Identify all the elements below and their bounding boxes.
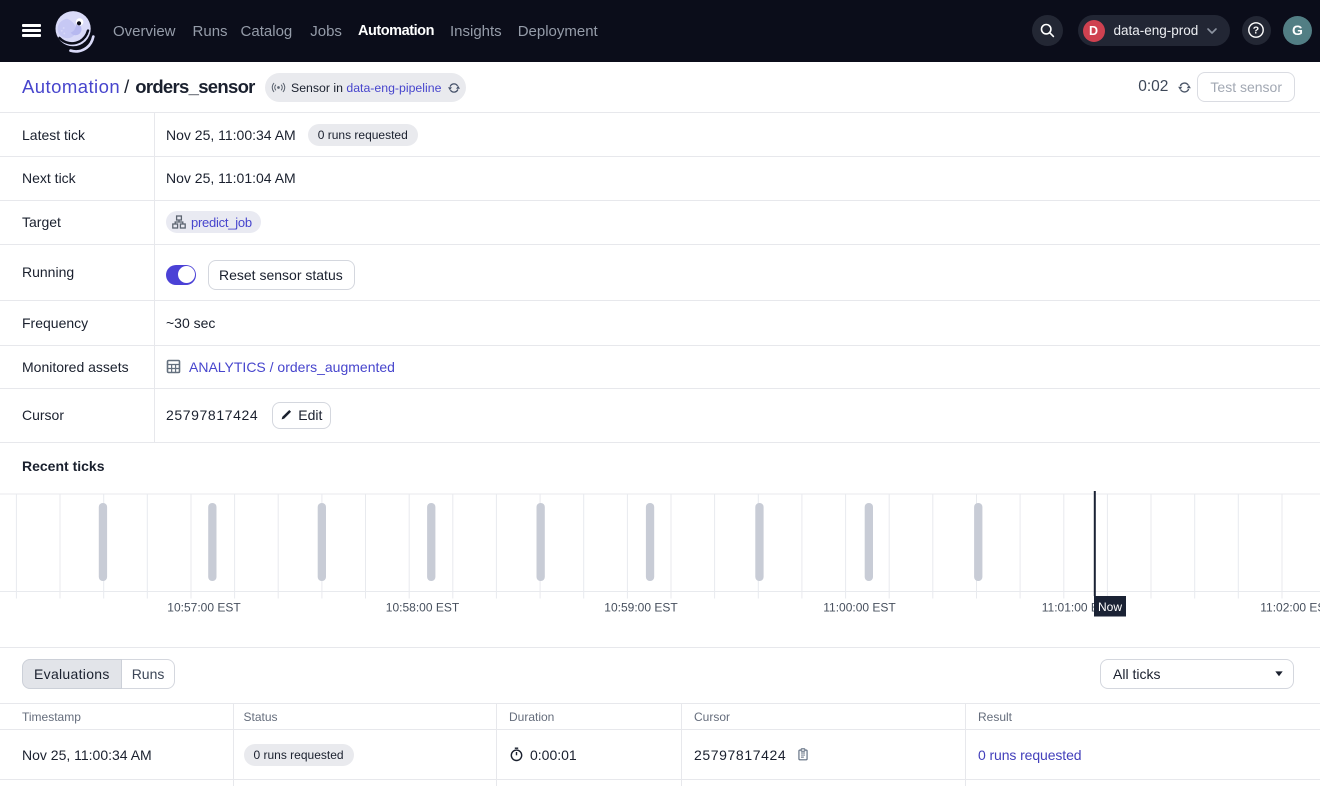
svg-text:11:02:00 EST: 11:02:00 EST xyxy=(1260,600,1320,614)
svg-text:Now: Now xyxy=(1098,600,1122,614)
svg-text:10:59:00 EST: 10:59:00 EST xyxy=(604,600,678,614)
svg-text:11:00:00 EST: 11:00:00 EST xyxy=(823,600,896,614)
svg-text:?: ? xyxy=(1253,25,1259,37)
svg-text:10:57:00 EST: 10:57:00 EST xyxy=(167,600,241,614)
svg-text:10:58:00 EST: 10:58:00 EST xyxy=(386,600,460,614)
